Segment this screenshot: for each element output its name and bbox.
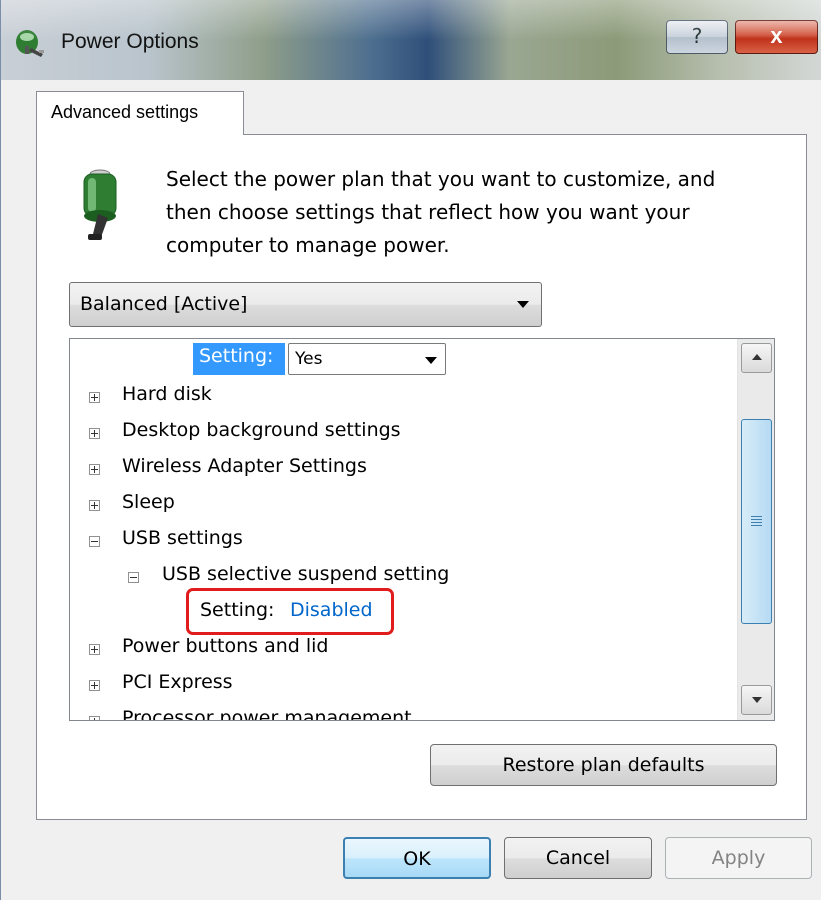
tree-item-label: Processor power management bbox=[122, 707, 412, 721]
battery-plug-icon bbox=[83, 169, 117, 240]
setting-value-dropdown[interactable]: Yes bbox=[288, 343, 446, 375]
window-title: Power Options bbox=[61, 30, 199, 53]
description-text: Select the power plan that you want to c… bbox=[166, 167, 716, 257]
power-options-icon bbox=[16, 30, 44, 57]
grip-line bbox=[751, 525, 762, 526]
expand-icon[interactable] bbox=[89, 428, 100, 439]
tree-item-label: Wireless Adapter Settings bbox=[122, 455, 367, 477]
power-plan-value: Balanced [Active] bbox=[80, 293, 248, 315]
chevron-down-icon bbox=[517, 301, 529, 308]
tab-label: Advanced settings bbox=[51, 102, 199, 122]
grip-line bbox=[751, 516, 762, 517]
restore-plan-defaults-button[interactable]: Restore plan defaults bbox=[430, 744, 777, 786]
chevron-down-icon bbox=[425, 357, 437, 364]
tree-item-label: PCI Express bbox=[122, 671, 233, 693]
scroll-up-button[interactable] bbox=[741, 343, 772, 373]
expand-icon[interactable] bbox=[89, 500, 100, 511]
close-button[interactable]: x bbox=[735, 20, 818, 54]
expand-icon[interactable] bbox=[89, 680, 100, 691]
tree-item-label: Hard disk bbox=[122, 383, 212, 405]
tree-item-label: Power buttons and lid bbox=[122, 635, 329, 657]
top-setting-label: Setting: bbox=[199, 345, 274, 367]
button-label: Apply bbox=[711, 847, 766, 869]
grip-line bbox=[751, 522, 762, 523]
vertical-scrollbar[interactable] bbox=[737, 339, 774, 720]
tree-item-label: USB selective suspend setting bbox=[162, 563, 450, 585]
settings-tree[interactable]: Setting: Yes Hard disk Desktop backgroun… bbox=[69, 338, 775, 721]
cancel-button[interactable]: Cancel bbox=[504, 837, 652, 879]
collapse-icon[interactable] bbox=[128, 572, 139, 583]
grip-line bbox=[751, 519, 762, 520]
button-label: Cancel bbox=[545, 847, 611, 869]
button-label: Restore plan defaults bbox=[502, 754, 705, 776]
power-options-window: Power Options ? x Advanced settings Sele… bbox=[0, 0, 821, 900]
collapse-icon[interactable] bbox=[89, 536, 100, 547]
highlight-annotation bbox=[186, 588, 394, 635]
scrollbar-thumb[interactable] bbox=[741, 419, 772, 624]
title-bar[interactable]: Power Options ? x bbox=[1, 0, 821, 80]
scroll-down-button[interactable] bbox=[741, 685, 772, 715]
tab-advanced-settings[interactable]: Advanced settings bbox=[36, 91, 244, 135]
tree-item-label: Sleep bbox=[122, 491, 175, 513]
expand-icon[interactable] bbox=[89, 716, 100, 720]
power-plan-dropdown[interactable]: Balanced [Active] bbox=[69, 282, 542, 327]
help-button[interactable]: ? bbox=[666, 20, 728, 54]
apply-button[interactable]: Apply bbox=[665, 837, 812, 879]
tree-item-label: USB settings bbox=[122, 527, 243, 549]
arrow-up-icon bbox=[752, 354, 762, 360]
expand-icon[interactable] bbox=[89, 392, 100, 403]
tree-item-label: Desktop background settings bbox=[122, 419, 401, 441]
arrow-down-icon bbox=[752, 697, 762, 703]
ok-button[interactable]: OK bbox=[343, 837, 491, 879]
button-label: OK bbox=[403, 848, 431, 870]
expand-icon[interactable] bbox=[89, 644, 100, 655]
expand-icon[interactable] bbox=[89, 464, 100, 475]
setting-value-text: Yes bbox=[295, 349, 323, 369]
